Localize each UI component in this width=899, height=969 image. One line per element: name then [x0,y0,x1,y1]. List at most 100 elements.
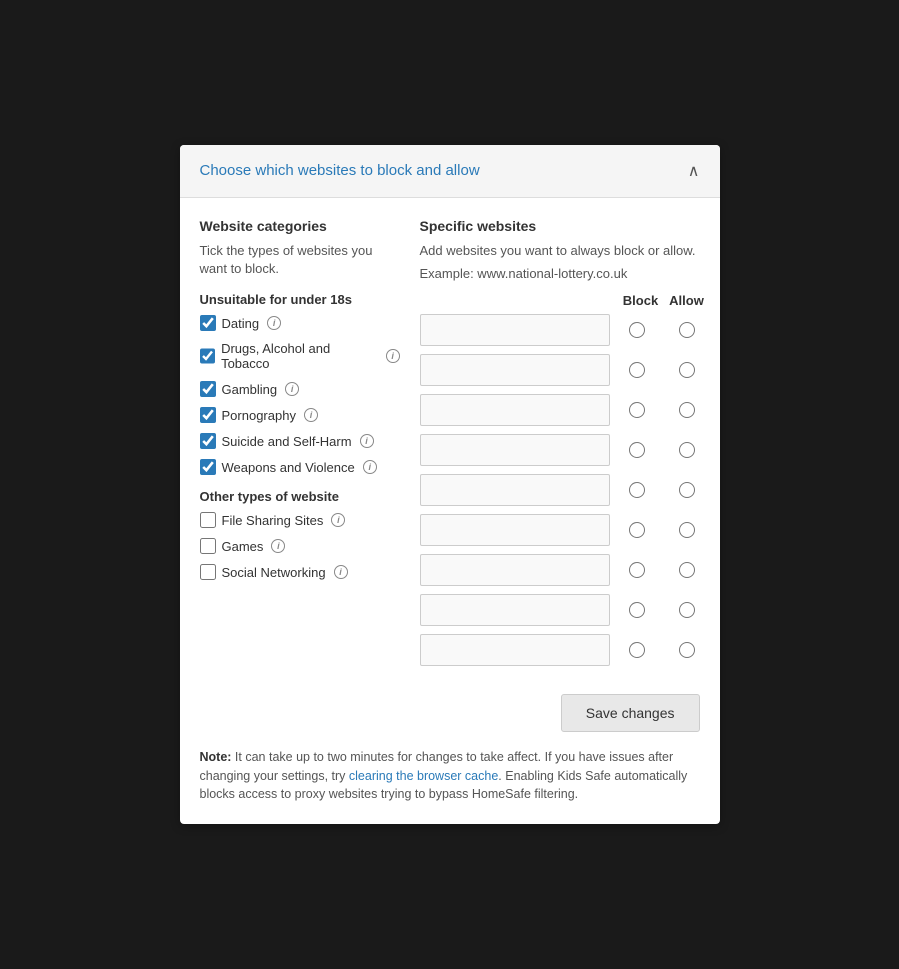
save-changes-button[interactable]: Save changes [561,694,700,732]
allow-radio-8[interactable] [679,602,695,618]
checkbox-suicide: Suicide and Self-Harm i [200,433,400,449]
allow-radio-col-1 [664,322,710,338]
allow-radio-2[interactable] [679,362,695,378]
left-column: Website categories Tick the types of web… [200,218,400,674]
drugs-info-icon[interactable]: i [386,349,400,363]
checkbox-weapons: Weapons and Violence i [200,459,400,475]
block-radio-8[interactable] [629,602,645,618]
note-bold: Note: [200,750,232,764]
allow-radio-1[interactable] [679,322,695,338]
block-radio-5[interactable] [629,482,645,498]
website-input-4[interactable] [420,434,610,466]
checkbox-dating: Dating i [200,315,400,331]
website-input-7[interactable] [420,554,610,586]
website-input-3[interactable] [420,394,610,426]
checkbox-games: Games i [200,538,400,554]
allow-radio-5[interactable] [679,482,695,498]
footer-actions: Save changes [180,694,720,748]
table-row [420,314,710,346]
block-radio-col-3 [614,402,660,418]
checkbox-pornography-input[interactable] [200,407,216,423]
panel-body: Website categories Tick the types of web… [180,198,720,694]
checkbox-socialnetworking-label: Social Networking [222,565,326,580]
checkbox-weapons-label: Weapons and Violence [222,460,355,475]
checkbox-drugs: Drugs, Alcohol and Tobacco i [200,341,400,371]
allow-radio-col-5 [664,482,710,498]
checkbox-filesharing: File Sharing Sites i [200,512,400,528]
collapse-icon[interactable]: ∧ [688,161,700,181]
block-radio-1[interactable] [629,322,645,338]
checkbox-pornography: Pornography i [200,407,400,423]
allow-radio-4[interactable] [679,442,695,458]
allow-radio-6[interactable] [679,522,695,538]
allow-radio-col-4 [664,442,710,458]
categories-desc: Tick the types of websites you want to b… [200,242,400,278]
checkbox-drugs-input[interactable] [200,348,216,364]
checkbox-dating-label: Dating [222,316,260,331]
block-radio-3[interactable] [629,402,645,418]
allow-radio-col-9 [664,642,710,658]
block-radio-col-8 [614,602,660,618]
suicide-info-icon[interactable]: i [360,434,374,448]
main-panel: Choose which websites to block and allow… [180,145,720,824]
website-input-5[interactable] [420,474,610,506]
table-header: Block Allow [420,293,710,308]
dating-info-icon[interactable]: i [267,316,281,330]
table-row [420,634,710,666]
website-input-8[interactable] [420,594,610,626]
table-row [420,554,710,586]
checkbox-games-input[interactable] [200,538,216,554]
gambling-info-icon[interactable]: i [285,382,299,396]
checkbox-socialnetworking: Social Networking i [200,564,400,580]
block-radio-6[interactable] [629,522,645,538]
weapons-info-icon[interactable]: i [363,460,377,474]
table-row [420,394,710,426]
checkbox-pornography-label: Pornography [222,408,296,423]
checkbox-dating-input[interactable] [200,315,216,331]
table-row [420,514,710,546]
website-input-6[interactable] [420,514,610,546]
website-input-1[interactable] [420,314,610,346]
checkbox-socialnetworking-input[interactable] [200,564,216,580]
checkbox-gambling-input[interactable] [200,381,216,397]
categories-title: Website categories [200,218,400,234]
checkbox-gambling-label: Gambling [222,382,278,397]
allow-radio-col-2 [664,362,710,378]
block-radio-col-1 [614,322,660,338]
checkbox-weapons-input[interactable] [200,459,216,475]
two-col-layout: Website categories Tick the types of web… [200,218,700,674]
checkbox-games-label: Games [222,539,264,554]
allow-col-header: Allow [664,293,710,308]
website-input-2[interactable] [420,354,610,386]
website-input-9[interactable] [420,634,610,666]
block-radio-7[interactable] [629,562,645,578]
checkbox-suicide-label: Suicide and Self-Harm [222,434,352,449]
table-row [420,354,710,386]
filesharing-info-icon[interactable]: i [331,513,345,527]
block-radio-col-2 [614,362,660,378]
allow-radio-9[interactable] [679,642,695,658]
allow-radio-col-8 [664,602,710,618]
block-col-header: Block [618,293,664,308]
block-radio-4[interactable] [629,442,645,458]
socialnetworking-info-icon[interactable]: i [334,565,348,579]
allow-radio-col-3 [664,402,710,418]
panel-title: Choose which websites to block and allow [200,162,480,179]
group-under18-title: Unsuitable for under 18s [200,292,400,307]
checkbox-filesharing-label: File Sharing Sites [222,513,324,528]
website-table: Block Allow [420,293,710,666]
checkbox-gambling: Gambling i [200,381,400,397]
checkbox-filesharing-input[interactable] [200,512,216,528]
checkbox-suicide-input[interactable] [200,433,216,449]
block-radio-col-4 [614,442,660,458]
allow-radio-3[interactable] [679,402,695,418]
right-column: Specific websites Add websites you want … [420,218,710,674]
specific-desc: Add websites you want to always block or… [420,242,710,260]
block-radio-2[interactable] [629,362,645,378]
games-info-icon[interactable]: i [271,539,285,553]
pornography-info-icon[interactable]: i [304,408,318,422]
allow-radio-7[interactable] [679,562,695,578]
block-radio-col-6 [614,522,660,538]
clearing-link[interactable]: clearing the browser cache [349,769,498,783]
block-radio-9[interactable] [629,642,645,658]
